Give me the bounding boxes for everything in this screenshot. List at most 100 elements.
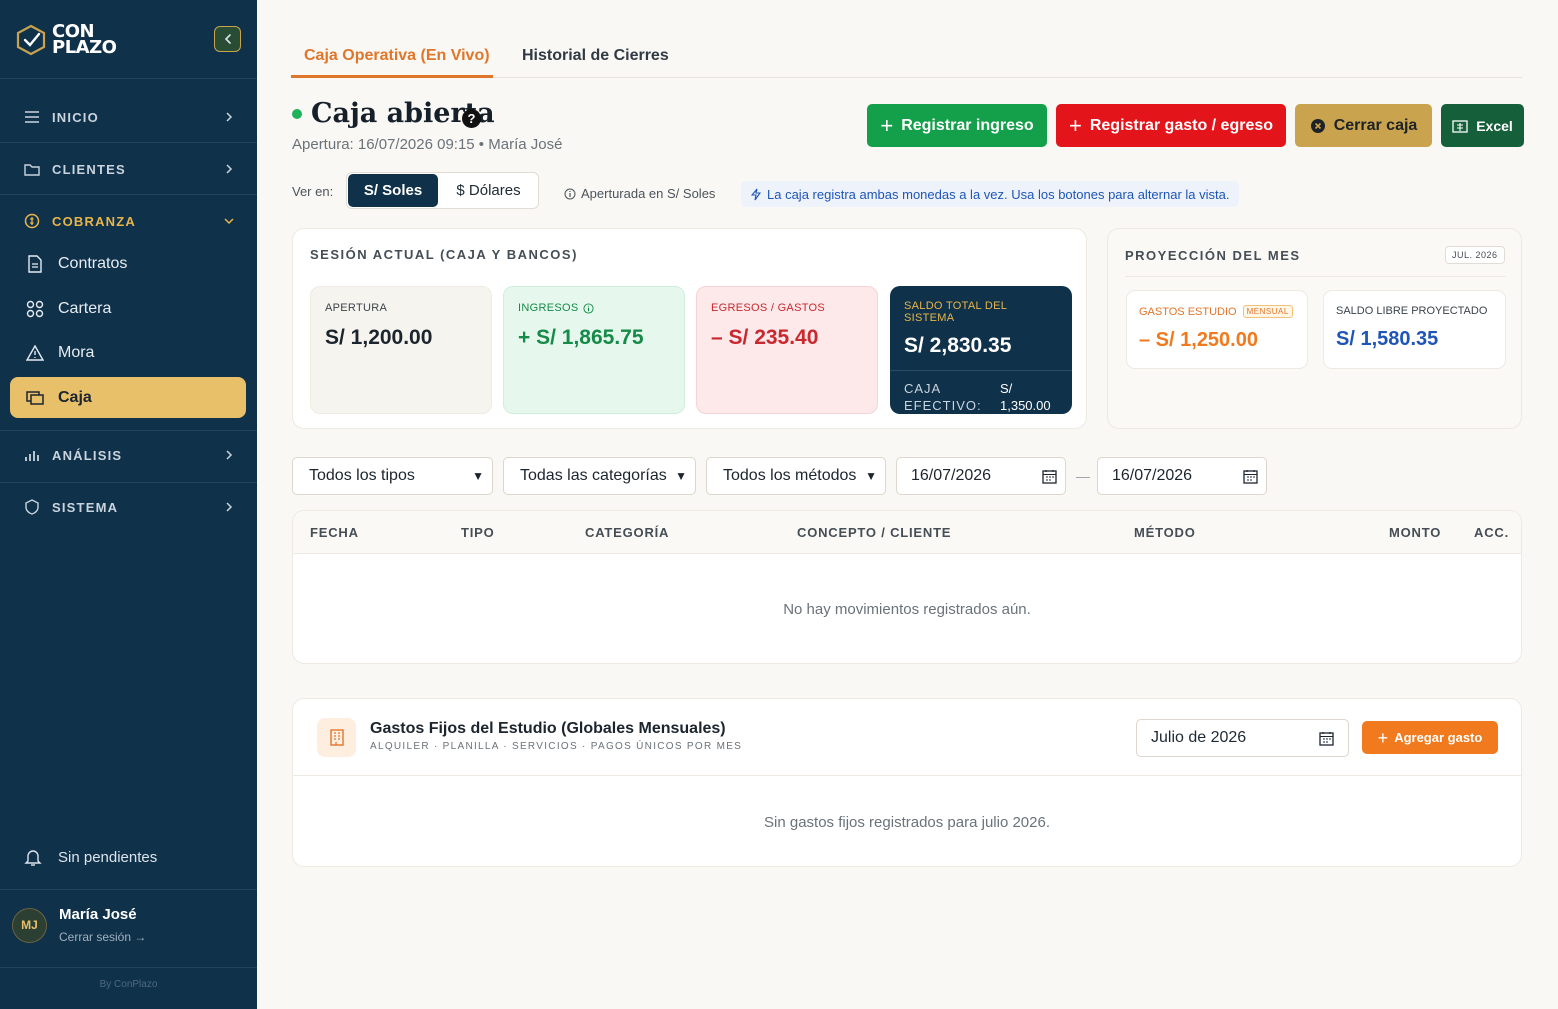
chevron-right-icon xyxy=(226,163,233,174)
sidebar-item-label: Contratos xyxy=(58,254,128,272)
nav-group-cobranza[interactable]: COBRANZA xyxy=(24,209,234,233)
proj-label: GASTOS ESTUDIO xyxy=(1139,305,1237,318)
date-to-input[interactable]: 16/07/2026 xyxy=(1097,457,1267,495)
brand-logo[interactable]: CON PLAZO xyxy=(14,20,117,60)
column-metodo[interactable]: MÉTODO xyxy=(1134,525,1196,540)
calendar-icon[interactable] xyxy=(1243,469,1258,484)
date-range-separator: — xyxy=(1076,468,1090,484)
help-icon[interactable]: ? xyxy=(462,109,481,128)
stat-value: – S/ 235.40 xyxy=(711,326,819,349)
column-monto[interactable]: MONTO xyxy=(1389,525,1441,540)
chevron-left-icon xyxy=(224,34,231,44)
nav-group-sistema[interactable]: SISTEMA xyxy=(24,495,234,519)
add-expense-button[interactable]: + Agregar gasto xyxy=(1362,721,1498,754)
nav-group-label: INICIO xyxy=(52,109,99,125)
divider xyxy=(0,430,257,431)
sidebar-item-mora[interactable]: Mora xyxy=(10,332,246,373)
column-concepto[interactable]: CONCEPTO / CLIENTE xyxy=(797,525,951,540)
filter-type-select[interactable]: Todos los tipos ▼ xyxy=(292,457,493,495)
currency-soles-button[interactable]: S/ Soles xyxy=(348,174,438,207)
chevron-right-icon xyxy=(226,501,233,512)
byline: By ConPlazo xyxy=(99,979,158,990)
export-excel-button[interactable]: Excel xyxy=(1441,104,1524,147)
column-categoria[interactable]: CATEGORÍA xyxy=(585,525,669,540)
sidebar-item-contratos[interactable]: Contratos xyxy=(10,243,246,284)
divider xyxy=(890,370,1072,371)
sidebar-item-cartera[interactable]: Cartera xyxy=(10,288,246,329)
stat-label: SALDO TOTAL DEL SISTEMA xyxy=(904,300,1007,324)
month-value: Julio de 2026 xyxy=(1151,729,1247,746)
stat-egresos: EGRESOS / GASTOS – S/ 235.40 xyxy=(696,286,878,414)
info-icon[interactable] xyxy=(583,302,595,314)
collapse-sidebar-button[interactable] xyxy=(214,26,241,52)
notifications-button[interactable]: Sin pendientes xyxy=(24,848,157,867)
filter-category-select[interactable]: Todas las categorías ▼ xyxy=(503,457,696,495)
button-label: Agregar gasto xyxy=(1394,730,1483,745)
currency-dollars-button[interactable]: $ Dólares xyxy=(439,174,538,207)
nav-group-clientes[interactable]: CLIENTES xyxy=(24,157,234,181)
sidebar-item-label: Caja xyxy=(58,388,92,406)
cash-currency: S/ xyxy=(1000,381,1013,396)
column-tipo[interactable]: TIPO xyxy=(461,525,495,540)
column-fecha[interactable]: FECHA xyxy=(310,525,359,540)
close-cash-button[interactable]: Cerrar caja xyxy=(1295,104,1432,147)
date-value: 16/07/2026 xyxy=(1112,467,1193,484)
proj-value: S/ 1,580.35 xyxy=(1336,328,1439,350)
cash-label-line-2: EFECTIVO: xyxy=(904,398,982,413)
session-card: SESIÓN ACTUAL (CAJA Y BANCOS) APERTURA S… xyxy=(292,228,1087,429)
tab-caja-operativa[interactable]: Caja Operativa (En Vivo) xyxy=(304,47,490,65)
document-icon xyxy=(28,254,42,273)
warning-icon xyxy=(26,344,44,361)
proj-label: SALDO LIBRE PROYECTADO xyxy=(1336,305,1488,317)
projection-card-title: PROYECCIÓN DEL MES xyxy=(1125,248,1301,263)
divider xyxy=(0,142,257,143)
fixed-expenses-title: Gastos Fijos del Estudio (Globales Mensu… xyxy=(370,720,726,737)
currency-toggle: S/ Soles $ Dólares xyxy=(346,172,539,209)
bar-chart-icon xyxy=(25,451,39,461)
chevron-right-icon xyxy=(226,111,233,122)
table-header: FECHA TIPO CATEGORÍA CONCEPTO / CLIENTE … xyxy=(293,511,1521,554)
select-value: Todas las categorías xyxy=(520,467,667,484)
stat-label: EGRESOS / GASTOS xyxy=(711,302,826,314)
proj-value: – S/ 1,250.00 xyxy=(1139,329,1258,351)
stat-label: APERTURA xyxy=(325,302,388,314)
table-empty-message: No hay movimientos registrados aún. xyxy=(783,601,1031,618)
sidebar: CON PLAZO INICIO CLIENTES COBRANZA Contr… xyxy=(0,0,257,1009)
date-from-input[interactable]: 16/07/2026 xyxy=(896,457,1066,495)
calendar-icon[interactable] xyxy=(1319,731,1334,746)
close-circle-icon xyxy=(1310,118,1325,133)
active-tab-indicator xyxy=(291,75,493,78)
info-icon xyxy=(564,188,576,199)
divider xyxy=(0,967,257,968)
movements-table: FECHA TIPO CATEGORÍA CONCEPTO / CLIENTE … xyxy=(292,510,1522,664)
register-income-button[interactable]: + Registrar ingreso xyxy=(867,104,1047,147)
logo-icon xyxy=(16,24,46,56)
currency-info-banner: La caja registra ambas monedas a la vez.… xyxy=(741,181,1240,207)
stat-value: + S/ 1,865.75 xyxy=(518,326,644,349)
column-acciones: ACC. xyxy=(1474,525,1509,540)
grid-icon xyxy=(26,300,44,317)
calendar-icon[interactable] xyxy=(1042,469,1057,484)
cash-value: 1,350.00 xyxy=(1000,398,1051,413)
stat-label: INGRESOS xyxy=(518,302,579,314)
user-name: María José xyxy=(59,906,137,923)
stat-saldo-total: SALDO TOTAL DEL SISTEMA S/ 2,830.35 CAJA… xyxy=(890,286,1072,414)
coin-icon xyxy=(24,213,40,229)
session-card-title: SESIÓN ACTUAL (CAJA Y BANCOS) xyxy=(310,247,578,262)
chevron-down-icon: ▼ xyxy=(865,469,877,483)
month-picker[interactable]: Julio de 2026 xyxy=(1136,719,1349,757)
divider xyxy=(1125,276,1506,277)
sidebar-item-caja[interactable]: Caja xyxy=(10,377,246,418)
nav-group-analisis[interactable]: ANÁLISIS xyxy=(24,443,234,467)
proj-saldo-libre: SALDO LIBRE PROYECTADO S/ 1,580.35 xyxy=(1323,290,1506,369)
register-expense-button[interactable]: + Registrar gasto / egreso xyxy=(1056,104,1286,147)
button-label: Registrar ingreso xyxy=(901,116,1034,134)
nav-group-inicio[interactable]: INICIO xyxy=(24,105,234,129)
filter-method-select[interactable]: Todos los métodos ▼ xyxy=(706,457,886,495)
divider xyxy=(0,78,257,79)
plus-icon: + xyxy=(1377,727,1389,748)
folder-icon xyxy=(24,164,40,176)
stat-ingresos: INGRESOS + S/ 1,865.75 xyxy=(503,286,685,414)
tab-historial-cierres[interactable]: Historial de Cierres xyxy=(522,47,669,65)
logout-link[interactable]: Cerrar sesión → xyxy=(59,930,146,944)
